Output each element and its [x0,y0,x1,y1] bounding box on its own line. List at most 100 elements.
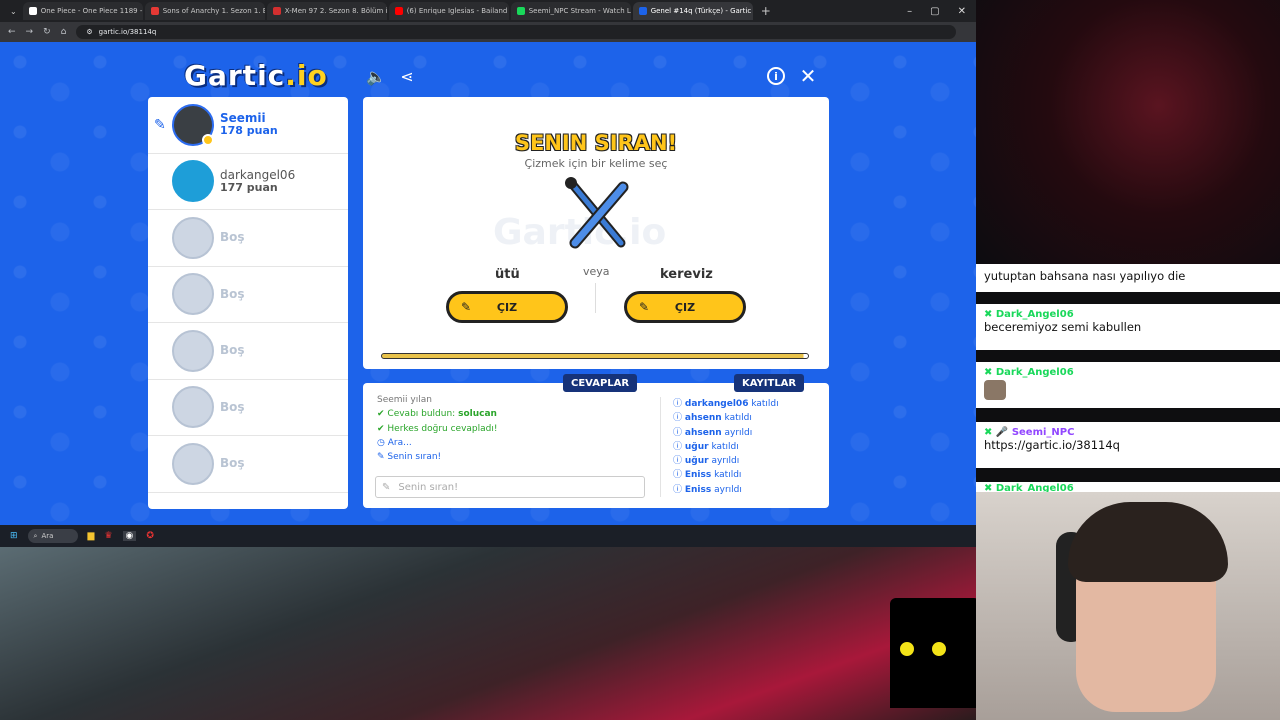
chat-username: ✖ Dark_Angel06 [984,367,1074,378]
windows-start-icon[interactable]: ⊞ [10,531,18,541]
tab-favicon [150,7,159,15]
browser-tab[interactable]: One Piece - One Piece 1189 - T✕ [22,2,143,20]
draw-button-left[interactable]: ✎ ÇIZ [446,291,568,323]
browser-tab[interactable]: Sons of Anarchy 1. Sezon 1. Böl✕ [144,2,265,20]
logs-list: ⓘ darkangel06 katıldı ⓘ ahsenn katıldı ⓘ… [673,397,779,497]
twitch-badge-icon: ✖ [984,483,996,492]
reload-icon[interactable]: ↻ [43,27,51,37]
info-icon: ⓘ [673,484,685,495]
forward-icon[interactable]: → [26,27,34,37]
clock-icon: ◷ [377,437,388,448]
browser-tab[interactable]: Seemi_NPC Stream - Watch Live✕ [510,2,631,20]
cat-eye-right [928,638,950,660]
answer-line: Seemii yılan [377,395,432,405]
word-choice-card: Gartic.io SENIN SIRAN! Çizmek için bir k… [363,97,829,369]
empty-avatar-icon [172,273,214,316]
desktop-wallpaper [0,547,976,720]
chat-message-text: yutuptan bahsana nası yapılıyo die [984,269,1186,283]
taskbar-search[interactable]: ⌕ Ara [27,529,78,543]
site-info-icon[interactable]: ⚙ [86,28,92,36]
chat-username: ✖ Dark_Angel06 [984,309,1074,320]
minimize-icon[interactable]: – [907,6,912,17]
pencil-icon: ✎ [639,300,650,314]
info-icon[interactable]: i [767,67,785,85]
close-icon[interactable]: ✕ [798,64,818,88]
empty-slot-label: Boş [220,230,245,245]
tab-title: X-Men 97 2. Sezon 8. Bölüm izle [284,7,387,15]
mic-icon: 🎤 [995,427,1012,438]
search-icon: ⌕ [33,531,38,540]
wait-line: ◷ Ara... [377,437,412,448]
cat-emote-icon [984,380,1006,400]
maximize-icon[interactable]: ▢ [930,6,939,17]
chat-message-partial: ✖ Dark_Angel06 [976,482,1280,492]
tab-answers[interactable]: CEVAPLAR [563,374,638,392]
chat-message: ✖ 🎤 Seemi_NPC https://gartic.io/38114q [976,422,1280,468]
share-icon[interactable]: ⋖ [397,66,417,86]
tab-logs[interactable]: KAYITLAR [734,374,805,392]
app-icon[interactable]: ✪ [146,531,154,541]
player-row-empty: Boş [148,323,348,380]
pixel-cat-overlay [890,598,980,708]
broadcaster-badge-icon: ✖ [984,427,996,438]
pencil-icon: ✎ [461,300,472,314]
back-icon[interactable]: ← [8,27,16,37]
player-row-empty: Boş [148,380,348,436]
streamer-hair [1068,502,1228,582]
player-row[interactable]: ✎ Seemii 178 puan [148,97,348,154]
answers-list: Seemii yılan ✔ Cevabı buldun: solucan ✔ … [377,393,647,464]
avatar [172,103,214,146]
cat-eye-left [896,638,918,660]
log-line: ⓘ ahsenn katıldı [673,413,752,424]
player-score: 177 puan [220,180,278,194]
info-icon: ⓘ [673,441,685,452]
chat-message: yutuptan bahsana nası yapılıyo die [976,264,1280,292]
new-tab-button[interactable]: + [755,4,777,18]
app-icon[interactable]: ♛ [104,531,112,541]
answer-input[interactable]: ✎ Senin sıran! [375,476,645,498]
info-icon: ⓘ [673,413,685,424]
empty-slot-label: Boş [220,456,245,471]
stream-overlay-art [976,0,1280,264]
info-icon: ⓘ [673,427,685,438]
gartic-game-area: Gartic.io 🔈 ⋖ i ✕ ✎ Seemii 178 puan dark… [0,42,976,525]
divider [595,283,596,313]
sound-icon[interactable]: 🔈 [366,66,386,86]
empty-avatar-icon [172,386,214,429]
your-turn-line: ✎ Senin sıran! [377,452,442,463]
empty-avatar-icon [172,442,214,485]
webcam-feed [976,492,1280,720]
pencil-icon: ✎ [382,481,391,493]
brush-pencil-icon [565,177,629,249]
tab-title: Seemi_NPC Stream - Watch Live [528,7,631,15]
player-name: darkangel06 [220,167,296,182]
all-correct-line: ✔ Herkes doğru cevapladı! [377,423,498,434]
chat-message: ✖ Dark_Angel06 beceremiyoz semi kabullen [976,304,1280,350]
player-row[interactable]: darkangel06 177 puan [148,154,348,210]
browser-tab[interactable]: X-Men 97 2. Sezon 8. Bölüm izle✕ [266,2,387,20]
player-row-empty: Boş [148,267,348,323]
tab-favicon [394,7,403,15]
turn-title: SENIN SIRAN! [514,131,678,155]
file-explorer-icon[interactable]: ▆ [88,531,95,541]
tab-list-chevron-icon[interactable]: ⌄ [6,7,21,16]
log-line: ⓘ uğur katıldı [673,441,739,452]
url-field[interactable]: ⚙ gartic.io/38114q [76,25,957,39]
log-line: ⓘ Eniss ayrıldı [673,484,742,495]
player-score: 178 puan [220,124,278,138]
log-line: ⓘ Eniss katıldı [673,470,742,481]
status-dot [202,133,214,146]
close-window-icon[interactable]: ✕ [958,6,966,17]
browser-tab-active[interactable]: Genel #14q (Türkçe) - Gartic✕ [632,2,753,20]
chat-message-text: https://gartic.io/38114q [984,438,1120,452]
browser-tab[interactable]: (6) Enrique Iglesias - Bailand✕ [388,2,509,20]
empty-slot-label: Boş [220,399,245,414]
draw-button-right[interactable]: ✎ ÇIZ [624,291,746,323]
home-icon[interactable]: ⌂ [61,27,67,37]
tab-favicon [28,7,37,15]
chat-username: ✖ Dark_Angel06 [984,483,1074,492]
player-row-empty: Boş [148,436,348,493]
chrome-icon[interactable]: ◉ [122,531,137,541]
info-icon: ⓘ [673,456,685,467]
info-icon: ⓘ [673,470,685,481]
